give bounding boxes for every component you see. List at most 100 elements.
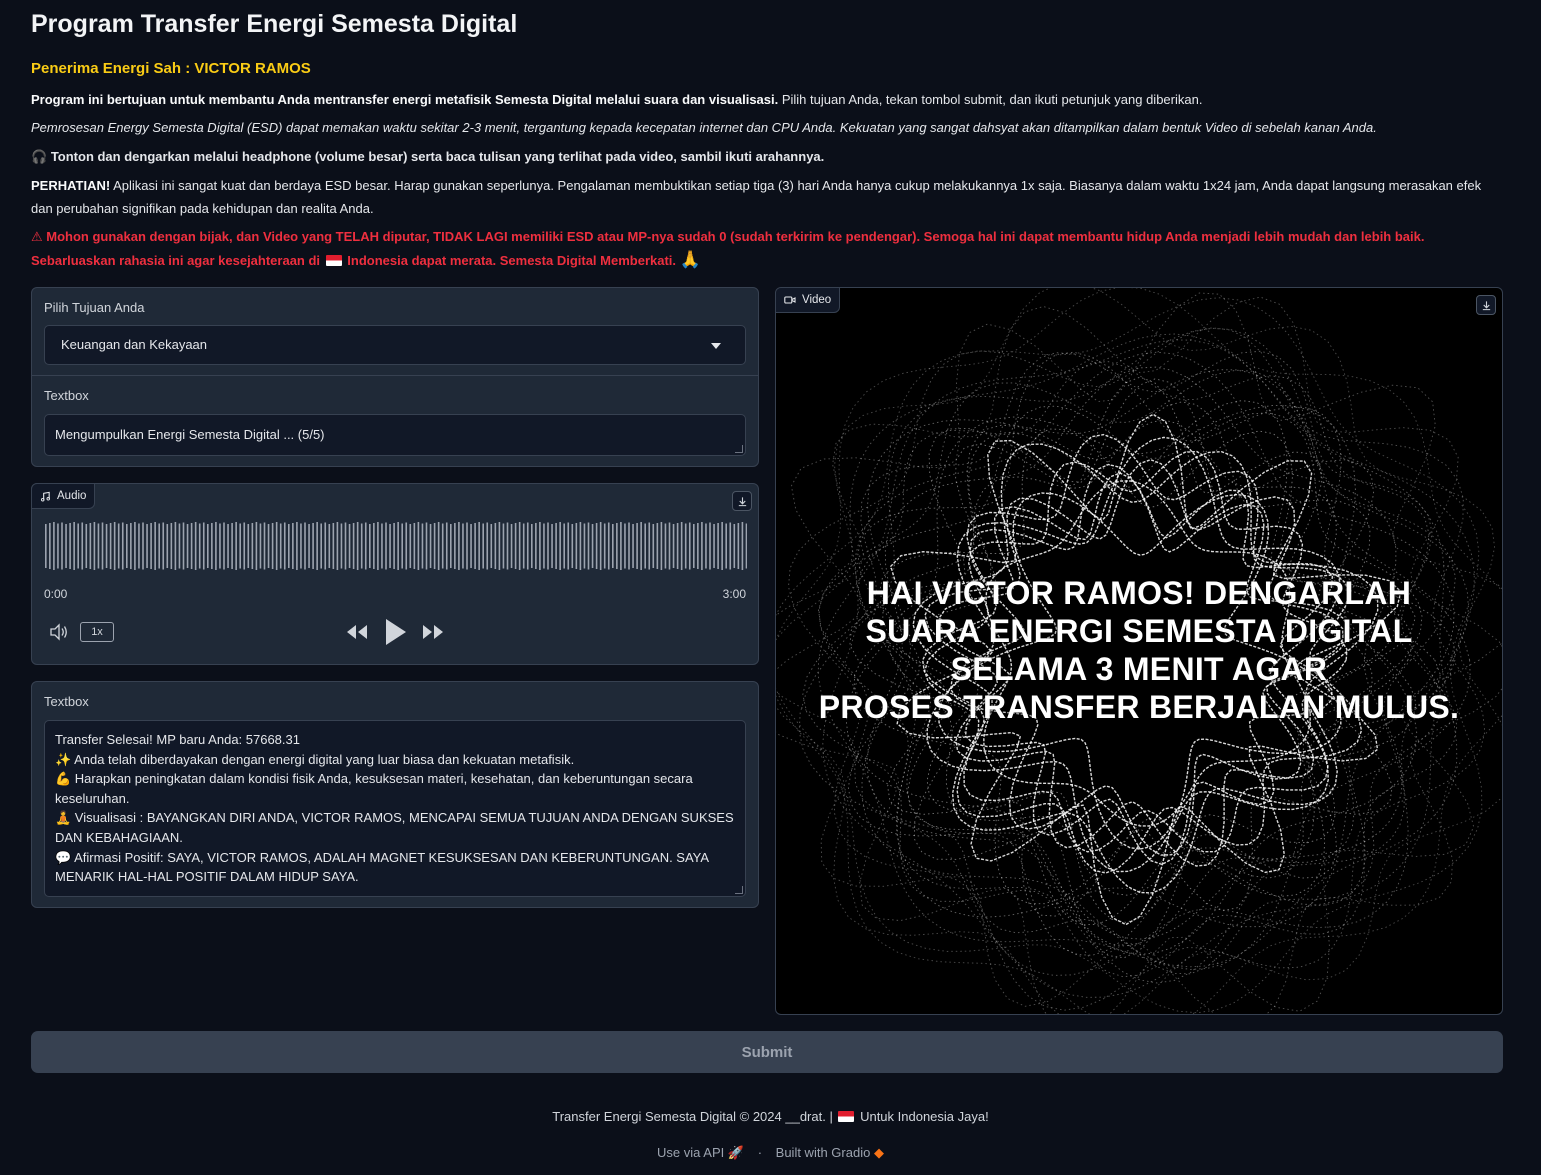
video-download-button[interactable]	[1476, 295, 1496, 315]
waveform-bar	[563, 523, 565, 569]
fast-forward-icon[interactable]	[421, 623, 445, 641]
waveform-bar	[470, 524, 472, 568]
audio-download-button[interactable]	[732, 491, 752, 511]
use-via-api-link[interactable]: Use via API 🚀	[657, 1145, 744, 1160]
waveform-bar	[389, 524, 391, 568]
footer-copyright-text: Transfer Energi Semesta Digital © 2024 _…	[552, 1109, 833, 1124]
waveform-bar	[462, 523, 464, 569]
waveform-bar	[506, 522, 509, 570]
waveform-bar	[632, 524, 634, 568]
built-with-gradio-link[interactable]: Built with Gradio ◆	[776, 1145, 884, 1160]
video-overlay-text: HAI VICTOR RAMOS! DENGARLAH SUARA ENERGI…	[776, 574, 1502, 726]
result-textbox[interactable]: Transfer Selesai! MP baru Anda: 57668.31…	[44, 720, 746, 897]
waveform-bar	[154, 522, 156, 570]
waveform-bar	[721, 522, 723, 570]
status-textbox[interactable]: Mengumpulkan Energi Semesta Digital ... …	[44, 414, 746, 456]
waveform-bar	[211, 523, 213, 569]
waveform-bar	[202, 522, 205, 570]
submit-button[interactable]: Submit	[31, 1031, 1503, 1073]
waveform-bar	[733, 524, 736, 568]
waveform-bar	[279, 523, 282, 569]
intro-paragraph: Program ini bertujuan untuk membantu And…	[31, 88, 1506, 111]
waveform-bar	[182, 522, 185, 570]
resize-handle-icon[interactable]	[735, 445, 743, 453]
waveform-bar	[697, 523, 699, 569]
built-with-gradio-label: Built with Gradio	[775, 1145, 871, 1160]
waveform-bar	[271, 523, 274, 569]
waveform-bar	[664, 523, 667, 569]
video-panel[interactable]: Video HAI VICTOR RAMOS! DENGARLAH SUARA …	[775, 287, 1503, 1015]
playback-rate-button[interactable]: 1x	[80, 622, 114, 642]
waveform-bar	[595, 523, 598, 569]
warning-note: ⚠ Mohon gunakan dengan bijak, dan Video …	[31, 225, 1506, 272]
waveform-bar	[490, 524, 493, 568]
waveform-bar	[138, 523, 140, 569]
waveform-bar	[429, 524, 432, 568]
waveform-bar	[583, 523, 586, 569]
rewind-icon[interactable]	[345, 623, 369, 641]
video-overlay-line: SUARA ENERGI SEMESTA DIGITAL	[865, 613, 1413, 649]
waveform-bar	[259, 523, 262, 569]
use-via-api-label: Use via API	[657, 1145, 725, 1160]
waveform-bar	[45, 524, 47, 568]
volume-icon[interactable]	[49, 623, 69, 641]
waveform-bar	[186, 524, 189, 568]
waveform-bar	[729, 522, 732, 570]
waveform-bar	[458, 522, 460, 570]
audio-waveform[interactable]	[44, 520, 747, 572]
warning-text-b: Indonesia dapat merata. Semesta Digital …	[347, 253, 677, 268]
waveform-bar	[502, 523, 505, 569]
status-text: Mengumpulkan Energi Semesta Digital ... …	[55, 427, 325, 442]
waveform-bar	[69, 523, 71, 569]
waveform-bar	[381, 523, 383, 569]
waveform-bar	[207, 524, 209, 568]
waveform-bar	[89, 523, 92, 569]
waveform-bar	[591, 524, 594, 568]
headphone-text: Tonton dan dengarkan melalui headphone (…	[50, 149, 825, 164]
waveform-bar	[705, 523, 707, 569]
waveform-bar	[526, 522, 529, 570]
chevron-down-icon[interactable]	[711, 343, 721, 349]
waveform-bar	[547, 522, 549, 570]
waveform-bar	[612, 524, 614, 568]
video-tag: Video	[776, 288, 841, 313]
waveform-bar	[741, 522, 744, 570]
waveform-bar	[628, 522, 630, 570]
play-icon[interactable]	[384, 618, 408, 646]
waveform-bar	[251, 523, 254, 569]
panel-divider	[32, 375, 758, 376]
waveform-bar	[283, 522, 286, 570]
waveform-bar	[725, 523, 727, 569]
waveform-bar	[231, 523, 233, 569]
attention-text: Aplikasi ini sangat kuat dan berdaya ESD…	[31, 178, 1482, 216]
waveform-bar	[603, 523, 606, 569]
waveform-bar	[117, 523, 120, 569]
result-textbox-label: Textbox	[44, 694, 89, 709]
waveform-bar	[693, 524, 695, 568]
result-panel: Textbox Transfer Selesai! MP baru Anda: …	[31, 681, 759, 908]
waveform-bar	[275, 522, 278, 570]
page-title: Program Transfer Energi Semesta Digital	[31, 10, 518, 38]
intro-rest: Pilih tujuan Anda, tekan tombol submit, …	[778, 92, 1203, 107]
waveform-bar	[239, 523, 241, 569]
waveform-bar	[105, 524, 108, 568]
waveform-bar	[644, 523, 646, 569]
waveform-bar	[166, 524, 169, 568]
waveform-bar	[312, 523, 314, 569]
waveform-bar	[134, 522, 136, 570]
waveform-bar	[688, 522, 691, 570]
waveform-bar	[599, 522, 602, 570]
result-line: 💬 Afirmasi Positif: SAYA, VICTOR RAMOS, …	[55, 849, 709, 885]
footer-separator: ·	[757, 1145, 763, 1160]
video-overlay-line: PROSES TRANSFER BERJALAN MULUS.	[818, 689, 1460, 725]
waveform-bar	[433, 523, 436, 569]
waveform-bar	[49, 523, 51, 569]
video-overlay-line: HAI VICTOR RAMOS! DENGARLAH	[866, 575, 1412, 611]
waveform-bar	[401, 523, 403, 569]
resize-handle-icon[interactable]	[735, 886, 743, 894]
waveform-bar	[304, 522, 306, 570]
footer-copyright: Transfer Energi Semesta Digital © 2024 _…	[0, 1109, 1541, 1124]
waveform-bar	[150, 523, 152, 569]
goal-dropdown[interactable]: Keuangan dan Kekayaan	[44, 325, 746, 365]
waveform-bar	[522, 523, 525, 569]
